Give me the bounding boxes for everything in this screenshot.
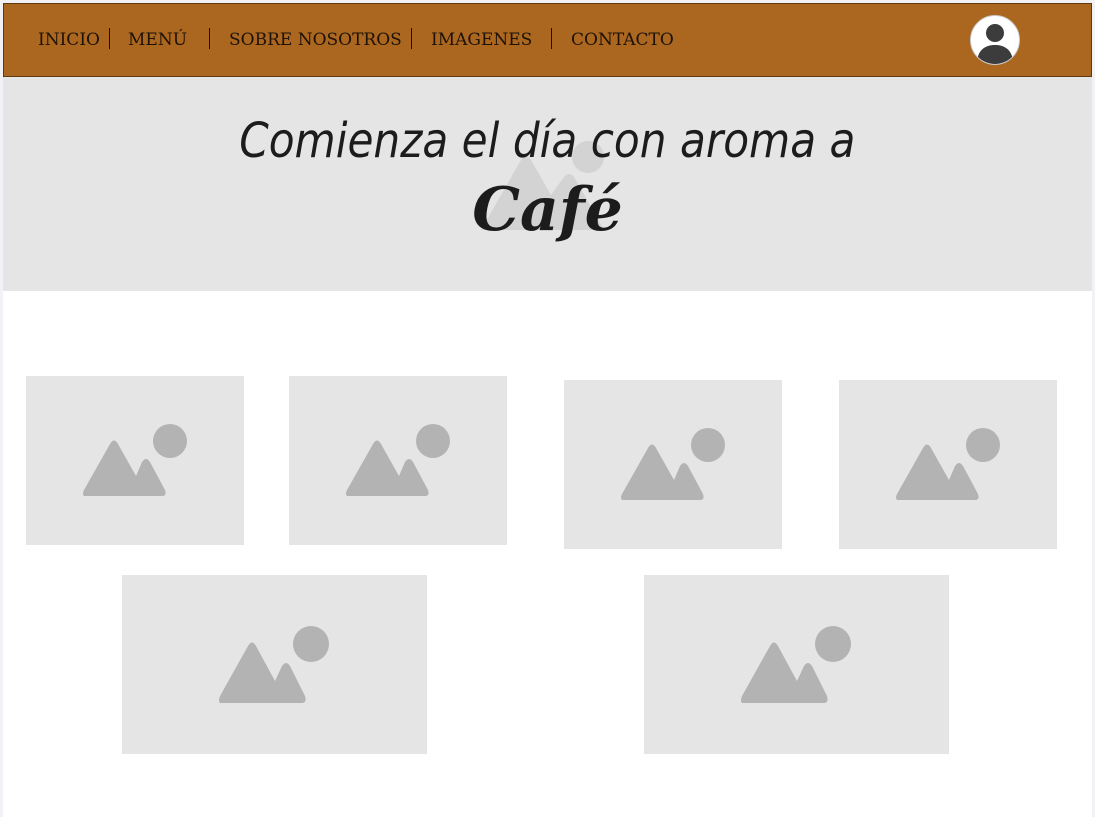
gallery-image-5[interactable] xyxy=(122,575,427,754)
gallery-image-2[interactable] xyxy=(289,376,507,545)
image-placeholder-icon xyxy=(346,424,450,496)
gallery-image-4[interactable] xyxy=(839,380,1057,549)
image-placeholder-icon xyxy=(83,424,187,496)
nav-item-inicio[interactable]: INICIO xyxy=(38,28,100,52)
image-placeholder-icon xyxy=(741,626,851,703)
top-navbar: INICIO MENÚ SOBRE NOSOTROS IMAGENES CONT… xyxy=(3,3,1092,77)
image-placeholder-icon xyxy=(621,428,725,500)
gallery-image-1[interactable] xyxy=(26,376,244,545)
user-avatar-button[interactable] xyxy=(970,15,1020,65)
page: INICIO MENÚ SOBRE NOSOTROS IMAGENES CONT… xyxy=(3,3,1092,817)
nav-separator xyxy=(411,28,412,49)
nav-separator xyxy=(109,28,110,49)
nav-item-sobre-nosotros[interactable]: SOBRE NOSOTROS xyxy=(229,28,402,52)
gallery-image-3[interactable] xyxy=(564,380,782,549)
hero-title: Café xyxy=(472,175,623,245)
user-avatar-icon xyxy=(977,24,1013,64)
nav-item-imagenes[interactable]: IMAGENES xyxy=(431,28,532,52)
nav-item-contacto[interactable]: CONTACTO xyxy=(571,28,674,52)
hero-tagline: Comienza el día con aroma a xyxy=(239,113,856,169)
hero-banner: Comienza el día con aroma a Café xyxy=(3,77,1092,291)
gallery-image-6[interactable] xyxy=(644,575,949,754)
nav-item-menu[interactable]: MENÚ xyxy=(128,28,187,52)
image-placeholder-icon xyxy=(896,428,1000,500)
nav-separator xyxy=(209,28,210,49)
nav-separator xyxy=(551,28,552,49)
image-placeholder-icon xyxy=(219,626,329,703)
